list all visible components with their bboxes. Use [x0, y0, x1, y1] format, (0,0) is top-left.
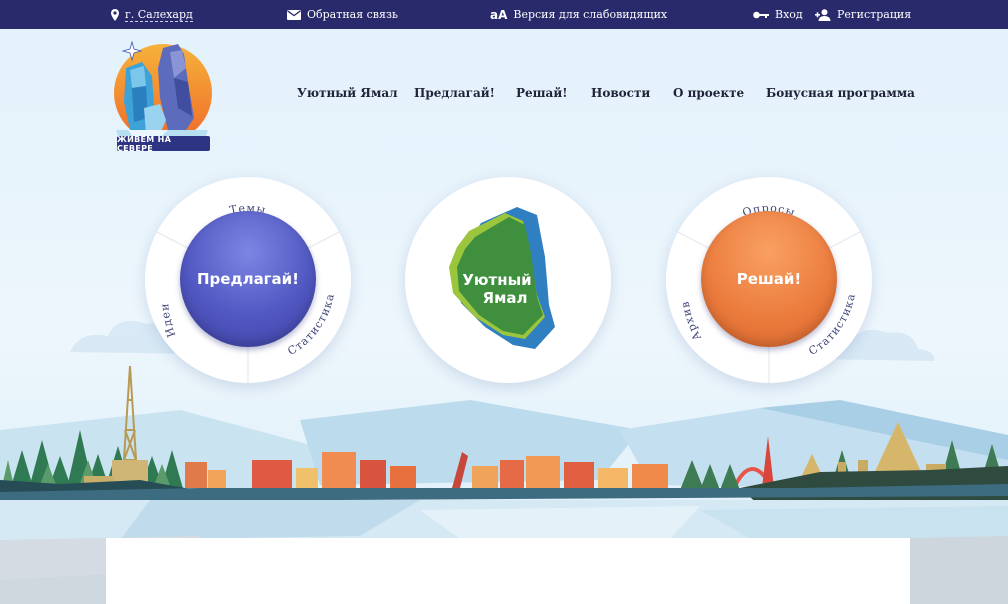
nav-item-propose[interactable]: Предлагай! — [414, 86, 495, 100]
logo-caption: ЖИВЁМ НА СЕВЕРЕ — [117, 135, 210, 153]
location-pin-icon — [111, 8, 119, 21]
key-icon — [753, 11, 769, 19]
user-plus-icon — [815, 8, 831, 21]
login-link[interactable]: Вход — [753, 0, 803, 29]
accessibility-link[interactable]: аA Версия для слабовидящих — [490, 0, 667, 29]
content-panel — [106, 538, 910, 604]
wheel-label-ideas[interactable]: Идеи — [158, 302, 178, 339]
top-bar: г. Салехард Обратная связь аA Версия для… — [0, 0, 1008, 29]
nav-item-about[interactable]: О проекте — [673, 86, 744, 100]
cozy-yamal-wheel[interactable]: Уютный Ямал — [405, 177, 611, 383]
yamal-map-icon: Уютный Ямал — [449, 207, 555, 349]
main-nav: Уютный Ямал Предлагай! Решай! Новости О … — [0, 86, 1008, 106]
feedback-link[interactable]: Обратная связь — [287, 0, 398, 29]
register-link[interactable]: Регистрация — [815, 0, 911, 29]
propose-wheel: Темы Идеи Статистика Предлагай! — [145, 177, 351, 383]
decide-wheel: Опросы Архив Статистика Решай! — [666, 177, 872, 383]
nav-item-bonus[interactable]: Бонусная программа — [766, 86, 915, 100]
wheel-label-archive[interactable]: Архив — [679, 300, 704, 343]
accessibility-label: Версия для слабовидящих — [513, 8, 668, 21]
yamal-title-line2: Ямал — [483, 289, 528, 307]
decide-button[interactable]: Решай! — [701, 211, 837, 347]
nav-item-decide[interactable]: Решай! — [516, 86, 568, 100]
propose-button[interactable]: Предлагай! — [180, 211, 316, 347]
city-link[interactable]: г. Салехард — [125, 8, 193, 22]
yamal-title-line1: Уютный — [462, 271, 531, 289]
register-label: Регистрация — [837, 8, 912, 21]
font-size-icon: аA — [490, 7, 508, 22]
login-label: Вход — [775, 8, 803, 21]
city-selector[interactable]: г. Салехард — [111, 0, 193, 29]
envelope-icon — [287, 9, 301, 20]
nav-item-cozy-yamal[interactable]: Уютный Ямал — [297, 86, 398, 100]
feedback-label: Обратная связь — [307, 8, 398, 21]
nav-item-news[interactable]: Новости — [591, 86, 650, 100]
